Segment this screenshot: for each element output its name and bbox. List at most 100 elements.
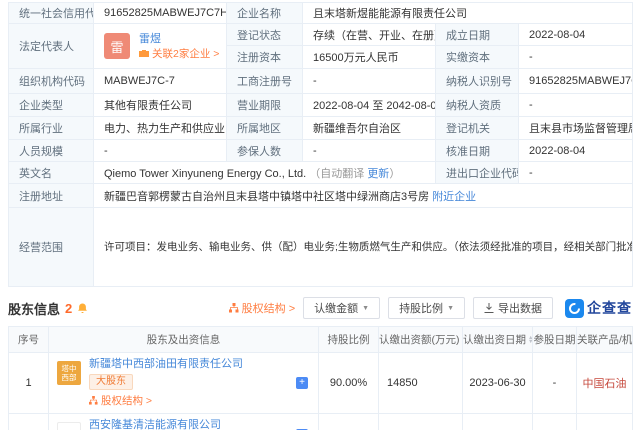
join-date: -	[533, 414, 577, 430]
company-name-label: 企业名称	[227, 3, 303, 24]
col-header-amount[interactable]: 认缴出资额(万元)▲▼	[379, 327, 463, 353]
chevron-down-icon: ▼	[362, 305, 369, 312]
shareholders-count: 2	[65, 301, 72, 316]
download-icon	[484, 303, 494, 313]
shareholders-header-bar: 股东信息 2 股权结构 > 认缴金额 ▼ 持股比例 ▼ 导出数据	[8, 297, 632, 319]
shareholder-name-link[interactable]: 新疆塔中西部油田有限责任公司	[89, 358, 243, 371]
reg-status-label: 登记状态	[227, 24, 303, 46]
english-name-label: 英文名	[9, 162, 94, 184]
subscribed-date: 2023-06-30	[463, 414, 533, 430]
staff-size-label: 人员规模	[9, 140, 94, 162]
import-export-label: 进出口企业代码	[436, 162, 519, 184]
col-header-join-date: 参股日期	[533, 327, 577, 353]
org-chart-icon	[89, 396, 98, 405]
scope-label: 经营范围	[9, 208, 94, 287]
establish-date-value: 2022-08-04	[519, 24, 633, 46]
region-label: 所属地区	[227, 117, 303, 140]
legal-rep-avatar: 雷	[104, 33, 130, 59]
alert-bell-icon[interactable]	[77, 303, 88, 314]
taxpayer-id-label: 纳税人识别号	[436, 69, 519, 94]
legal-rep-name-link[interactable]: 雷煜	[139, 33, 219, 45]
chevron-down-icon: ▼	[447, 305, 454, 312]
org-code-label: 组织机构代码	[9, 69, 94, 94]
related-product-cell: -	[577, 414, 633, 430]
col-header-sub-date[interactable]: 认缴出资日期▲▼	[463, 327, 533, 353]
english-name-value: Qiemo Tower Xinyuneng Energy Co., Ltd.	[104, 168, 306, 180]
region-value: 新疆维吾尔自治区	[303, 117, 436, 140]
related-product-cell: 中国石油	[577, 353, 633, 414]
biz-term-value: 2022-08-04 至 2042-08-03	[303, 94, 436, 117]
address-label: 注册地址	[9, 184, 94, 208]
col-header-related: 关联产品/机构	[577, 327, 633, 353]
subscribed-date: 2023-06-30	[463, 353, 533, 414]
holding-ratio: 90.00%	[319, 353, 379, 414]
reg-capital-value: 16500万元人民币	[303, 46, 436, 69]
nearby-companies-link[interactable]: 附近企业	[432, 191, 476, 203]
row-equity-structure-link[interactable]: 股权结构 >	[101, 393, 152, 408]
subscribed-amount: 14850	[379, 353, 463, 414]
address-value: 新疆巴音郭楞蒙古自治州且末县塔中镇塔中社区塔中绿洲商店3号房	[104, 191, 429, 203]
equity-structure-link[interactable]: 股权结构 >	[242, 300, 295, 316]
insured-label: 参保人数	[227, 140, 303, 162]
col-header-shareholder: 股东及出资信息	[49, 327, 319, 353]
shareholders-table: 序号 股东及出资信息 持股比例 认缴出资额(万元)▲▼ 认缴出资日期▲▼ 参股日…	[8, 326, 633, 430]
shareholder-logo: LONGi	[57, 422, 81, 430]
org-chart-icon	[229, 303, 239, 313]
expand-plus-button[interactable]: +	[296, 377, 308, 389]
reg-capital-label: 注册资本	[227, 46, 303, 69]
qichacha-logo-icon	[565, 299, 584, 318]
industry-label: 所属行业	[9, 117, 94, 140]
holding-ratio-filter-button[interactable]: 持股比例 ▼	[388, 297, 465, 319]
credit-code-value: 91652825MABWEJ7C7H	[94, 3, 227, 24]
biz-term-label: 营业期限	[227, 94, 303, 117]
auto-translate-note: （自动翻译	[309, 168, 364, 180]
export-data-button[interactable]: 导出数据	[473, 297, 553, 319]
holding-ratio: 10.00%	[319, 414, 379, 430]
reg-authority-label: 登记机关	[436, 117, 519, 140]
shareholder-info-cell: LONGi 西安隆基清洁能源有限公司 股权结构 > +	[49, 414, 319, 430]
staff-size-value: -	[94, 140, 227, 162]
approval-date-value: 2022-08-04	[519, 140, 633, 162]
row-index: 2	[9, 414, 49, 430]
shareholder-info-cell: 塔中 西部 新疆塔中西部油田有限责任公司 大股东 股权结构 > +	[49, 353, 319, 414]
col-header-ratio: 持股比例	[319, 327, 379, 353]
shareholder-logo: 塔中 西部	[57, 361, 81, 385]
join-date: -	[533, 353, 577, 414]
industry-value: 电力、热力生产和供应业	[94, 117, 227, 140]
org-code-value: MABWEJ7C-7	[94, 69, 227, 94]
insured-value: -	[303, 140, 436, 162]
paid-capital-value: -	[519, 46, 633, 69]
address-cell: 新疆巴音郭楞蒙古自治州且末县塔中镇塔中社区塔中绿洲商店3号房 附近企业	[94, 184, 633, 208]
reg-status-value: 存续（在营、开业、在册）	[303, 24, 436, 46]
approval-date-label: 核准日期	[436, 140, 519, 162]
legal-rep-cell: 雷 雷煜 关联2家企业 >	[94, 24, 227, 69]
subscribed-amount-filter-button[interactable]: 认缴金额 ▼	[303, 297, 380, 319]
subscribed-amount: 1650	[379, 414, 463, 430]
company-type-value: 其他有限责任公司	[94, 94, 227, 117]
english-name-cell: Qiemo Tower Xinyuneng Energy Co., Ltd. （…	[94, 162, 436, 184]
biz-reg-no-value: -	[303, 69, 436, 94]
company-name-value: 且末塔新煜能能源有限责任公司	[303, 3, 633, 24]
qichacha-logo-text: 企查查	[587, 298, 632, 318]
shareholders-title: 股东信息	[8, 299, 60, 318]
reg-authority-value: 且末县市场监督管理局	[519, 117, 633, 140]
paid-capital-label: 实缴资本	[436, 46, 519, 69]
company-profile-page: 统一社会信用代码 91652825MABWEJ7C7H 企业名称 且末塔新煜能能…	[0, 0, 640, 430]
related-companies-link[interactable]: 关联2家企业 >	[152, 48, 219, 60]
update-translation-link[interactable]: 更新	[367, 168, 389, 180]
biz-reg-no-label: 工商注册号	[227, 69, 303, 94]
shareholder-row-2: 2 LONGi 西安隆基清洁能源有限公司 股权结构 > + 1	[9, 414, 633, 430]
business-info-table: 统一社会信用代码 91652825MABWEJ7C7H 企业名称 且末塔新煜能能…	[8, 2, 633, 287]
import-export-value: -	[519, 162, 633, 184]
taxpayer-quality-value: -	[519, 94, 633, 117]
qichacha-logo: 企查查	[565, 298, 632, 318]
taxpayer-quality-label: 纳税人资质	[436, 94, 519, 117]
sort-icon[interactable]: ▲▼	[528, 336, 533, 344]
credit-code-label: 统一社会信用代码	[9, 3, 94, 24]
establish-date-label: 成立日期	[436, 24, 519, 46]
related-product-link[interactable]: 中国石油	[583, 378, 627, 390]
row-index: 1	[9, 353, 49, 414]
shareholder-row-1: 1 塔中 西部 新疆塔中西部油田有限责任公司 大股东 股权结构 >	[9, 353, 633, 414]
shareholder-name-link[interactable]: 西安隆基清洁能源有限公司	[89, 419, 221, 430]
taxpayer-id-value: 91652825MABWEJ7C7H	[519, 69, 633, 94]
